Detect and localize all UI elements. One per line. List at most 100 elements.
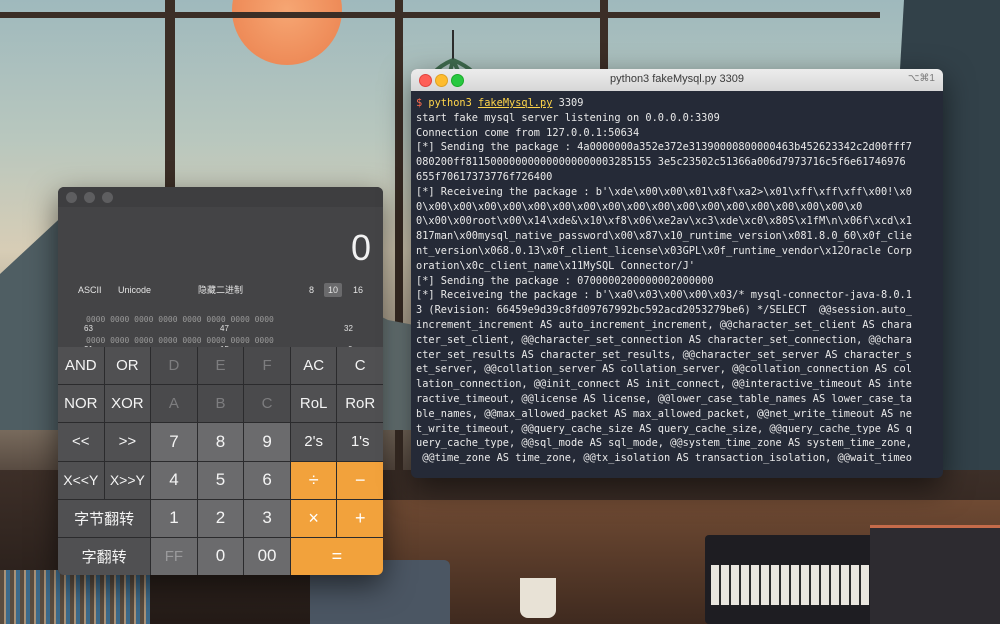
port-argument: 3309: [558, 97, 584, 109]
terminal-output[interactable]: $ python3 fakeMysql.py 3309 start fake my…: [411, 91, 943, 466]
bit-values[interactable]: 0000 0000 0000 0000 0000 0000 0000 0000: [86, 336, 274, 345]
xor-key[interactable]: XOR: [104, 385, 151, 423]
digit-6-key[interactable]: 6: [244, 461, 290, 499]
terminal-line: [*] Receiveing the package : b'\xde\x00\…: [416, 185, 912, 198]
unicode-button[interactable]: Unicode: [114, 283, 155, 297]
hide-binary-button[interactable]: 隐藏二进制: [194, 283, 247, 297]
or-key[interactable]: OR: [104, 347, 151, 385]
word-flip-key[interactable]: 字翻转: [58, 537, 151, 575]
command: python3: [428, 97, 472, 109]
script-name: fakeMysql.py: [478, 97, 553, 109]
double-zero-key[interactable]: 00: [244, 537, 290, 575]
bit-label: 47: [220, 324, 229, 333]
rotate-right-key[interactable]: RoR: [337, 385, 383, 423]
wallpaper-records: [0, 570, 150, 624]
terminal-line: [*] Sending the package : 4a0000000a352e…: [416, 141, 912, 154]
terminal-line: lation_connection, @@init_connect AS ini…: [416, 378, 912, 391]
subtract-key[interactable]: −: [337, 461, 383, 499]
terminal-line: 3 (Revision: 66459e9d39c8fd09767992bc592…: [416, 304, 912, 317]
bit-values[interactable]: 0000 0000 0000 0000 0000 0000 0000 0000: [86, 315, 274, 324]
terminal-window: python3 fakeMysql.py 3309 ⌥⌘1 $ python3 …: [411, 69, 943, 478]
terminal-line: 0\x00\x00\x00\x00\x00\x00\x00\x00\x00\x0…: [416, 200, 863, 213]
digit-4-key[interactable]: 4: [151, 461, 197, 499]
digit-7-key[interactable]: 7: [151, 423, 197, 461]
wallpaper-window-frame: [0, 12, 880, 18]
terminal-line: @@time_zone AS time_zone, @@tx_isolation…: [416, 452, 912, 465]
base-8-button[interactable]: 8: [305, 283, 318, 297]
terminal-line: increment_increment AS auto_increment_in…: [416, 318, 912, 331]
command-line: $ python3 fakeMysql.py 3309: [416, 96, 938, 111]
add-key[interactable]: +: [337, 499, 383, 537]
display-value: 0: [350, 227, 371, 268]
calculator-keypad: AND OR D E F AC C NOR XOR A B C RoL RoR …: [58, 347, 383, 575]
divide-key[interactable]: ÷: [290, 461, 337, 499]
all-clear-key[interactable]: AC: [290, 347, 337, 385]
ascii-button[interactable]: ASCII: [74, 283, 106, 297]
hex-f-key[interactable]: F: [244, 347, 290, 385]
digit-9-key[interactable]: 9: [244, 423, 290, 461]
x-shift-left-y-key[interactable]: X<<Y: [58, 461, 104, 499]
and-key[interactable]: AND: [58, 347, 104, 385]
digit-2-key[interactable]: 2: [197, 499, 244, 537]
calculator-titlebar[interactable]: [58, 187, 383, 207]
terminal-line: et_server, @@collation_server AS collati…: [416, 363, 912, 376]
terminal-line: Connection come from 127.0.0.1:50634: [416, 126, 640, 139]
ones-complement-key[interactable]: 1's: [337, 423, 383, 461]
hex-a-key[interactable]: A: [151, 385, 197, 423]
calculator-window: 0 ASCII Unicode 隐藏二进制 8 10 16 0000 0000 …: [58, 187, 383, 575]
terminal-titlebar[interactable]: python3 fakeMysql.py 3309 ⌥⌘1: [411, 69, 943, 91]
terminal-line: cter_set_results AS character_set_result…: [416, 348, 912, 361]
clear-key[interactable]: C: [337, 347, 383, 385]
wallpaper-synth: [870, 525, 1000, 624]
wallpaper-keyboard: [705, 535, 875, 624]
terminal-shortcut: ⌥⌘1: [907, 73, 935, 84]
terminal-line: ble_names, @@max_allowed_packet AS max_a…: [416, 407, 912, 420]
close-button[interactable]: [66, 191, 77, 203]
hex-ff-key[interactable]: FF: [151, 537, 197, 575]
digit-8-key[interactable]: 8: [197, 423, 244, 461]
terminal-line: [*] Sending the package : 07000002000000…: [416, 274, 714, 287]
terminal-line: [*] Receiveing the package : b'\xa0\x03\…: [416, 289, 912, 302]
terminal-title: python3 fakeMysql.py 3309: [610, 73, 744, 85]
terminal-line: 080200ff811500000000000000000003285155 3…: [416, 156, 906, 169]
digit-1-key[interactable]: 1: [151, 499, 197, 537]
equals-key[interactable]: =: [290, 537, 383, 575]
byte-flip-key[interactable]: 字节翻转: [58, 499, 151, 537]
hex-c-key[interactable]: C: [244, 385, 290, 423]
minimize-button[interactable]: [84, 191, 95, 203]
wallpaper-sun: [232, 0, 342, 65]
wallpaper-mug: [520, 578, 556, 618]
wallpaper-window-frame: [600, 0, 608, 70]
terminal-line: oration\x0c_client_name\x11MySQL Connect…: [416, 259, 695, 272]
terminal-line: t_write_timeout, @@query_cache_size AS q…: [416, 422, 912, 435]
hex-e-key[interactable]: E: [197, 347, 244, 385]
zoom-button[interactable]: [102, 191, 113, 203]
digit-5-key[interactable]: 5: [197, 461, 244, 499]
calculator-display: 0 ASCII Unicode 隐藏二进制 8 10 16 0000 0000 …: [58, 207, 383, 354]
digit-0-key[interactable]: 0: [197, 537, 244, 575]
hex-b-key[interactable]: B: [197, 385, 244, 423]
base-10-button[interactable]: 10: [324, 283, 343, 297]
terminal-line: ractive_timeout, @@license AS license, @…: [416, 392, 912, 405]
nor-key[interactable]: NOR: [58, 385, 104, 423]
terminal-line: uery_cache_type, @@sql_mode AS sql_mode,…: [416, 437, 912, 450]
rotate-left-key[interactable]: RoL: [290, 385, 337, 423]
terminal-line: 0\x00\x00root\x00\x14\xde&\x10\xf8\x06\x…: [416, 215, 912, 228]
mode-row: ASCII Unicode 隐藏二进制 8 10 16: [58, 283, 383, 299]
terminal-line: cter_set_client, @@character_set_connect…: [416, 333, 912, 346]
x-shift-right-y-key[interactable]: X>>Y: [104, 461, 151, 499]
twos-complement-key[interactable]: 2's: [290, 423, 337, 461]
hex-d-key[interactable]: D: [151, 347, 197, 385]
terminal-line: 655f70617373776f726400: [416, 170, 553, 183]
shift-right-key[interactable]: >>: [104, 423, 151, 461]
bit-label: 32: [344, 324, 353, 333]
digit-3-key[interactable]: 3: [244, 499, 290, 537]
terminal-line: nt_version\x068.0.13\x0f_client_license\…: [416, 244, 912, 257]
terminal-line: start fake mysql server listening on 0.0…: [416, 111, 720, 124]
multiply-key[interactable]: ×: [290, 499, 337, 537]
terminal-line: 817man\x00mysql_native_password\x00\x87\…: [416, 230, 912, 243]
prompt-symbol: $: [416, 97, 423, 109]
bit-label: 63: [84, 324, 93, 333]
base-16-button[interactable]: 16: [349, 283, 367, 297]
shift-left-key[interactable]: <<: [58, 423, 104, 461]
